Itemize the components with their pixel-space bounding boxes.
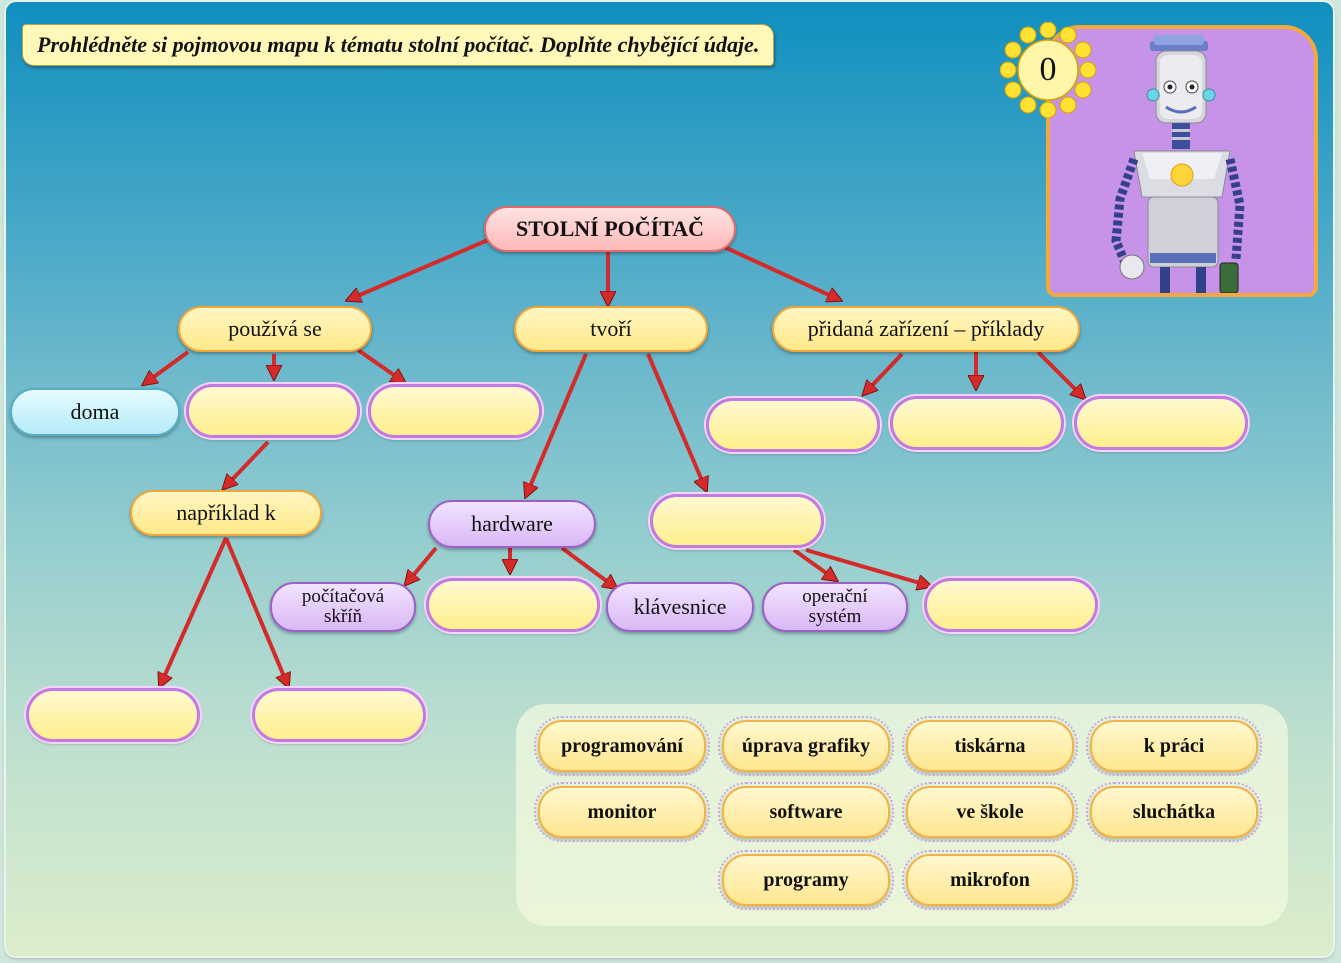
drop-slot-uses-2[interactable] [186, 384, 360, 438]
drop-slot-device-1[interactable] [706, 398, 880, 452]
node-uses: používá se [178, 306, 372, 352]
arrow [348, 238, 489, 300]
node-added-devices: přidaná zařízení – příklady [772, 306, 1080, 352]
arrow [721, 244, 840, 300]
arrow [864, 352, 904, 394]
arrow [224, 440, 270, 488]
word-chip[interactable]: software [718, 782, 894, 842]
word-chip[interactable]: sluchátka [1086, 782, 1262, 842]
word-chip[interactable]: k práci [1086, 716, 1262, 776]
root-node: STOLNÍ POČÍTAČ [484, 206, 736, 252]
drop-slot-hardware-2[interactable] [426, 578, 600, 632]
arrow [406, 546, 438, 584]
node-forms: tvoří [514, 306, 708, 352]
word-chip[interactable]: ve škole [902, 782, 1078, 842]
node-computer-case: počítačová skříň [270, 582, 416, 632]
arrow [160, 537, 228, 686]
score-value: 0 [1039, 51, 1057, 88]
node-hardware: hardware [428, 500, 596, 548]
word-chip[interactable]: tiskárna [902, 716, 1078, 776]
arrow [646, 353, 706, 490]
word-chip[interactable]: monitor [534, 782, 710, 842]
node-for-example: například k [130, 490, 322, 536]
drop-slot-software-2[interactable] [924, 578, 1098, 632]
operating-system-label: operační systém [802, 586, 868, 627]
drop-slot-example-1[interactable] [26, 688, 200, 742]
arrow [1036, 350, 1084, 398]
arrow [356, 348, 404, 382]
word-chip[interactable]: mikrofon [902, 850, 1078, 910]
computer-case-label: počítačová skříň [301, 586, 385, 627]
drop-slot-device-2[interactable] [890, 396, 1064, 450]
word-chip[interactable]: programování [534, 716, 710, 776]
arrow [805, 548, 930, 586]
arrow [144, 350, 190, 384]
drop-slot-uses-3[interactable] [368, 384, 542, 438]
node-keyboard: klávesnice [606, 582, 754, 632]
node-operating-system: operační systém [762, 582, 908, 632]
drop-slot-example-2[interactable] [252, 688, 426, 742]
node-home: doma [10, 388, 180, 436]
drop-slot-device-3[interactable] [1074, 396, 1248, 450]
drop-slot-software[interactable] [650, 494, 824, 548]
word-chip[interactable]: programy [718, 850, 894, 910]
word-chip[interactable]: úprava grafiky [718, 716, 894, 776]
